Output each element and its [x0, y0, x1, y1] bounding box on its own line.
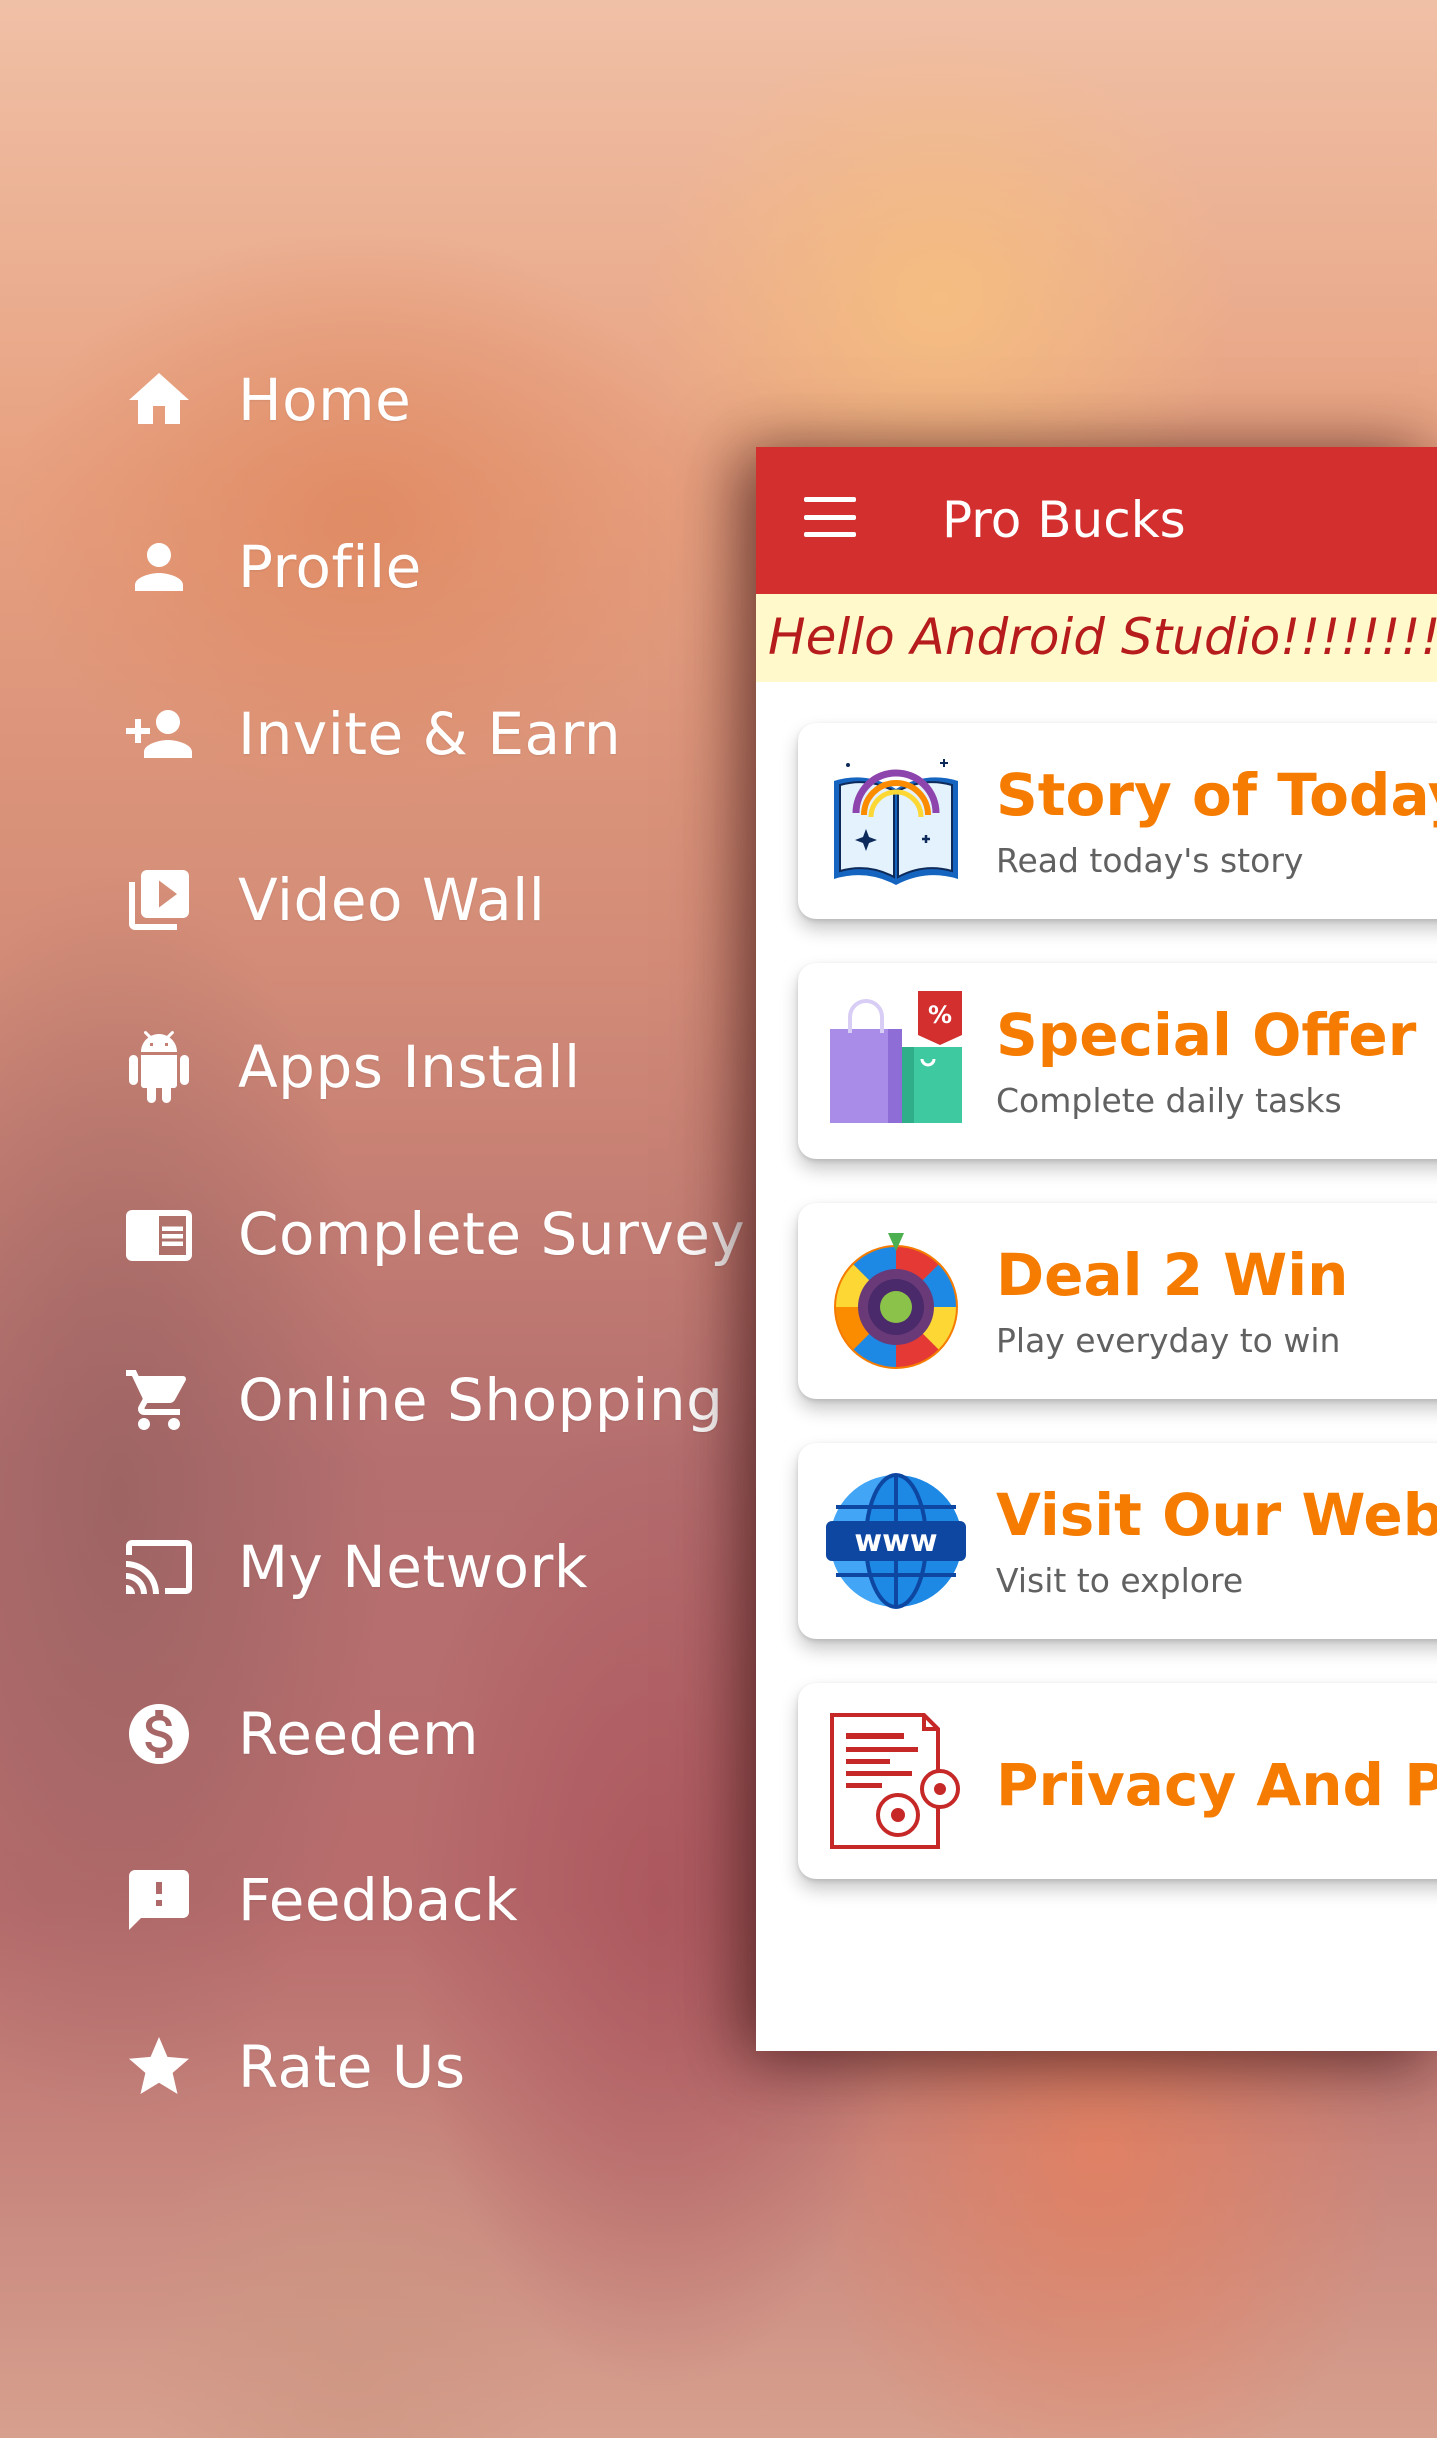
- card-visit-our-website[interactable]: www Visit Our Website Visit to explore: [798, 1443, 1437, 1639]
- card-story-of-today[interactable]: Story of Today Read today's story: [798, 723, 1437, 919]
- drawer-item-feedback[interactable]: Feedback: [120, 1850, 518, 1950]
- chrome-reader-icon: [120, 1195, 198, 1273]
- card-title: Visit Our Website: [996, 1481, 1437, 1549]
- drawer-item-label: Home: [238, 366, 412, 434]
- svg-text:%: %: [928, 1001, 952, 1029]
- app-title: Pro Bucks: [942, 491, 1186, 549]
- card-subtitle: Complete daily tasks: [996, 1081, 1342, 1120]
- card-special-offer[interactable]: % Special Offer Complete daily tasks: [798, 963, 1437, 1159]
- drawer-item-label: Feedback: [238, 1866, 519, 1934]
- android-icon: [120, 1028, 198, 1106]
- drawer-item-rate-us[interactable]: Rate Us: [120, 2017, 466, 2117]
- drawer-item-complete-survey[interactable]: Complete Survey: [120, 1184, 745, 1284]
- card-title: Deal 2 Win: [996, 1241, 1349, 1309]
- drawer-item-label: Profile: [238, 533, 422, 601]
- card-title: Privacy And Policy: [996, 1751, 1437, 1819]
- drawer-item-label: Video Wall: [238, 866, 546, 934]
- drawer-item-label: Invite & Earn: [238, 700, 622, 768]
- card-title: Story of Today: [996, 761, 1437, 829]
- person-icon: [120, 528, 198, 606]
- drawer-item-reedem[interactable]: Reedem: [120, 1684, 479, 1784]
- shopping-bags-icon: %: [826, 991, 966, 1131]
- cast-icon: [120, 1528, 198, 1606]
- drawer-item-home[interactable]: Home: [120, 350, 411, 450]
- open-book-rainbow-icon: [826, 751, 966, 891]
- menu-icon[interactable]: [804, 497, 856, 537]
- drawer-item-label: Online Shopping: [238, 1366, 724, 1434]
- card-privacy-and-policy[interactable]: Privacy And Policy: [798, 1683, 1437, 1879]
- drawer-item-label: Rate Us: [238, 2033, 466, 2101]
- www-globe-icon: www: [826, 1471, 966, 1611]
- person-add-icon: [120, 695, 198, 773]
- drawer-item-invite-earn[interactable]: Invite & Earn: [120, 684, 621, 784]
- drawer-item-profile[interactable]: Profile: [120, 517, 422, 617]
- card-subtitle: Play everyday to win: [996, 1321, 1341, 1360]
- drawer-item-label: Apps Install: [238, 1033, 581, 1101]
- drawer-item-my-network[interactable]: My Network: [120, 1517, 588, 1617]
- drawer-item-apps-install[interactable]: Apps Install: [120, 1017, 581, 1117]
- marquee-text: Hello Android Studio!!!!!!!!!!!!!!: [768, 608, 1437, 666]
- svg-text:www: www: [854, 1524, 937, 1559]
- main-app-panel: Pro Bucks Hello Android Studio!!!!!!!!!!…: [756, 447, 1437, 2051]
- home-icon: [120, 361, 198, 439]
- drawer-item-label: My Network: [238, 1533, 588, 1601]
- drawer-item-label: Reedem: [238, 1700, 480, 1768]
- dollar-coin-icon: [120, 1695, 198, 1773]
- drawer-item-online-shopping[interactable]: Online Shopping: [120, 1350, 723, 1450]
- card-title: Special Offer: [996, 1001, 1417, 1069]
- marquee-banner: Hello Android Studio!!!!!!!!!!!!!!: [756, 594, 1437, 682]
- video-library-icon: [120, 861, 198, 939]
- feedback-icon: [120, 1861, 198, 1939]
- app-toolbar: Pro Bucks: [756, 447, 1437, 594]
- card-deal-2-win[interactable]: Deal 2 Win Play everyday to win: [798, 1203, 1437, 1399]
- drawer-item-label: Complete Survey: [238, 1200, 746, 1268]
- prize-wheel-icon: [826, 1231, 966, 1371]
- card-subtitle: Visit to explore: [996, 1561, 1244, 1600]
- card-subtitle: Read today's story: [996, 841, 1304, 880]
- policy-document-icon: [826, 1711, 966, 1851]
- drawer-item-video-wall[interactable]: Video Wall: [120, 850, 545, 950]
- star-icon: [120, 2028, 198, 2106]
- shopping-cart-icon: [120, 1361, 198, 1439]
